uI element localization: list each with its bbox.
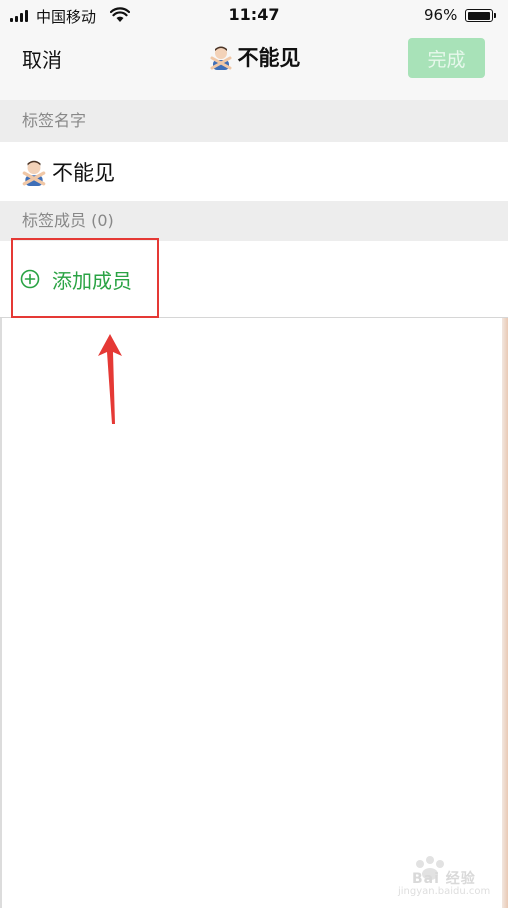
status-bar: 中国移动 11:47 96% bbox=[0, 0, 508, 34]
tag-name-section-header: 标签名字 bbox=[0, 100, 508, 142]
watermark-text: Bai 经验 bbox=[412, 871, 476, 887]
battery-fill bbox=[467, 11, 490, 20]
tag-name-field[interactable]: 不能见 bbox=[0, 142, 508, 201]
battery-percent: 96% bbox=[424, 6, 458, 24]
watermark-url: jingyan.baidu.com bbox=[398, 886, 491, 897]
annotation-highlight-box bbox=[11, 238, 159, 318]
man-gesturing-no-icon bbox=[210, 46, 231, 70]
done-button[interactable]: 完成 bbox=[408, 38, 485, 78]
tag-name-value: 不能见 bbox=[52, 160, 115, 185]
annotation-arrow-icon bbox=[98, 334, 122, 424]
man-gesturing-no-icon bbox=[22, 160, 46, 186]
battery-tip bbox=[494, 13, 496, 18]
page-title-text: 不能见 bbox=[237, 46, 301, 70]
tag-members-section-header: 标签成员 (0) bbox=[0, 201, 508, 241]
navigation-bar: 取消 不能见 完成 bbox=[0, 34, 508, 100]
battery-icon bbox=[465, 9, 493, 22]
